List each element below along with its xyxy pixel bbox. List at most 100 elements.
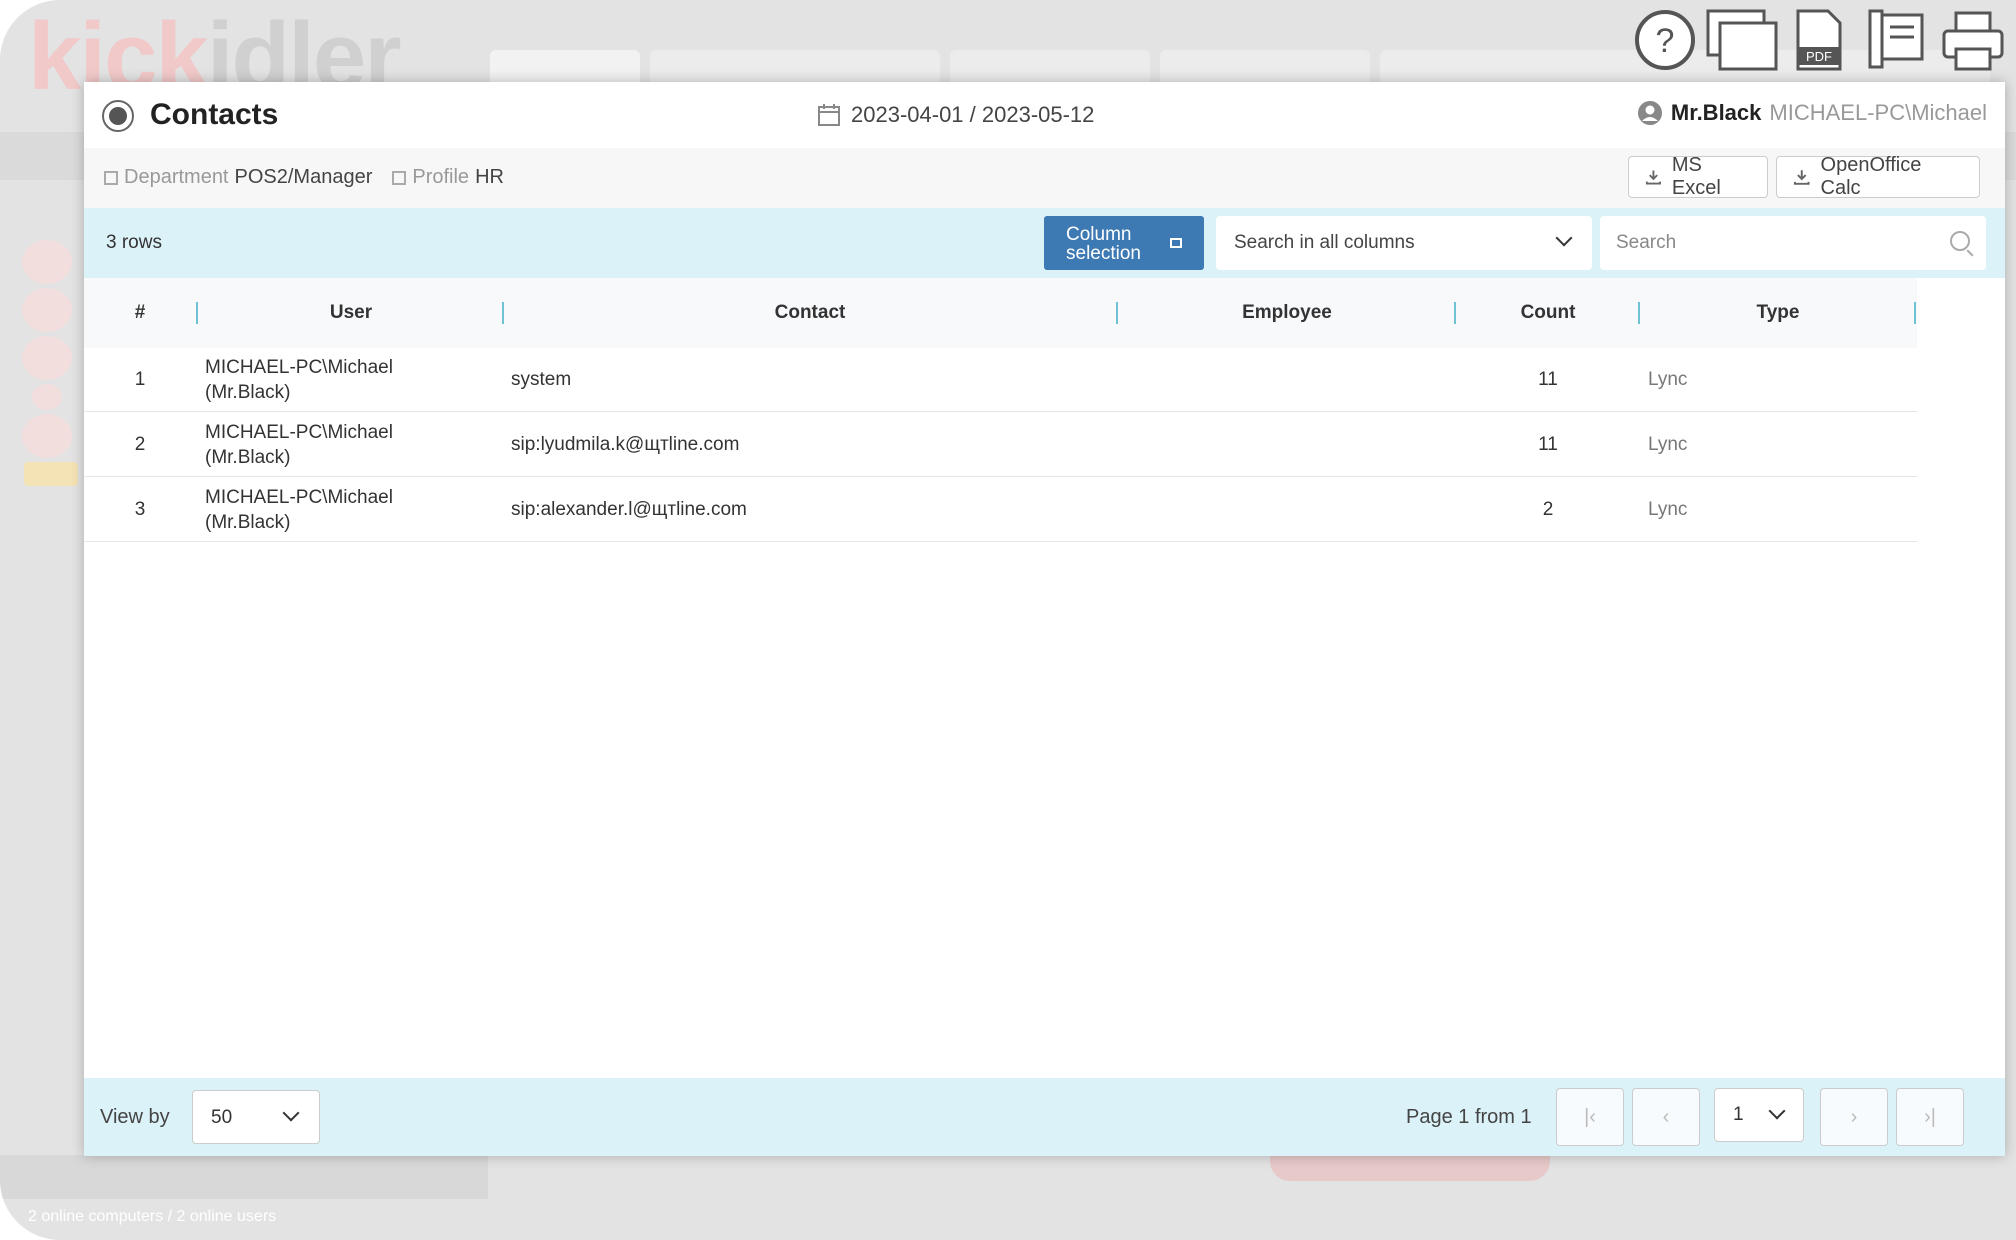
table-row[interactable]: 3 MICHAEL-PC\Michael (Mr.Black) sip:alexa…	[84, 478, 1917, 542]
column-resize-handle[interactable]	[1914, 302, 1916, 324]
print-icon[interactable]	[1942, 8, 2004, 72]
user-name: Mr.Black	[1670, 100, 1762, 125]
department-value: POS2/Manager	[234, 166, 373, 188]
cell-count: 2	[1542, 499, 1554, 520]
department-icon	[104, 170, 118, 185]
page-size-value: 50	[211, 1107, 233, 1128]
cell-type: Lync	[1648, 369, 1688, 390]
contacts-icon	[102, 100, 134, 132]
filter-breadcrumb: Department POS2/Manager Profile HR	[104, 166, 518, 189]
table-row[interactable]: 2 MICHAEL-PC\Michael (Mr.Black) sip:lyudm…	[84, 413, 1917, 477]
modal-header: Contacts 2023-04-01 / 2023-05-12 Mr.Blac…	[84, 82, 2005, 148]
windows-icon[interactable]	[1706, 8, 1778, 72]
table-row[interactable]: 1 MICHAEL-PC\Michael (Mr.Black) system 11…	[84, 348, 1917, 412]
export-calc-label: OpenOffice Calc	[1820, 154, 1922, 199]
current-user: Mr.Black MICHAEL-PC\Michael	[1637, 100, 1987, 126]
chevron-down-icon	[1555, 229, 1573, 247]
pdf-icon[interactable]: PDF	[1794, 8, 1844, 72]
svg-text:?: ?	[1656, 22, 1675, 60]
home-icon	[22, 288, 72, 332]
search-icon[interactable]	[1950, 231, 1970, 251]
page-size-select[interactable]: 50	[192, 1090, 320, 1144]
column-header-type[interactable]: Type	[1640, 278, 1916, 348]
cell-number: 1	[134, 369, 146, 390]
cell-type: Lync	[1648, 499, 1688, 520]
cell-user: MICHAEL-PC\Michael (Mr.Black)	[205, 413, 505, 477]
svg-text:PDF: PDF	[1806, 49, 1832, 64]
cell-user: MICHAEL-PC\Michael (Mr.Black)	[205, 348, 505, 412]
cell-number: 3	[134, 499, 146, 520]
online-status: 2 online computers / 2 online users	[28, 1208, 277, 1225]
search-input[interactable]: Search	[1600, 216, 1986, 270]
user-icon	[1637, 101, 1662, 125]
cell-user-alias: (Mr.Black)	[205, 512, 291, 533]
cell-user-alias: (Mr.Black)	[205, 447, 291, 468]
next-page-button[interactable]: ›	[1820, 1088, 1888, 1146]
home-icon	[22, 336, 72, 380]
search-scope-value: Search in all columns	[1234, 232, 1415, 253]
cell-contact: sip:lyudmila.k@щтline.com	[511, 434, 740, 455]
user-computer: MICHAEL-PC\Michael	[1769, 100, 1987, 125]
lock-icon	[32, 384, 62, 410]
view-by-label: View by	[100, 1106, 170, 1128]
column-header-count[interactable]: Count	[1456, 278, 1640, 348]
row-count: 3 rows	[106, 232, 162, 253]
date-range-text: 2023-04-01 / 2023-05-12	[851, 102, 1095, 127]
cell-count: 11	[1538, 434, 1558, 455]
table-toolbar: 3 rows Column selection Search in all co…	[84, 208, 2005, 278]
download-icon	[1645, 170, 1661, 185]
contacts-modal: Contacts 2023-04-01 / 2023-05-12 Mr.Blac…	[84, 82, 2005, 1156]
column-selection-button[interactable]: Column selection	[1044, 216, 1204, 270]
cell-user-name: MICHAEL-PC\Michael	[205, 422, 393, 443]
pagination-bar: View by 50 Page 1 from 1 |‹ ‹ 1 › ›|	[84, 1078, 2005, 1156]
column-selection-label-2: selection	[1066, 243, 1141, 264]
background-button	[1270, 1155, 1550, 1181]
calendar-icon	[818, 104, 840, 126]
date-range[interactable]: 2023-04-01 / 2023-05-12	[817, 102, 1094, 128]
last-page-button[interactable]: ›|	[1896, 1088, 1964, 1146]
column-header-number[interactable]: #	[84, 278, 196, 348]
cell-count: 11	[1538, 369, 1558, 390]
cell-contact: system	[511, 369, 572, 390]
search-scope-select[interactable]: Search in all columns	[1216, 216, 1592, 270]
column-selection-label-1: Column	[1066, 224, 1132, 245]
prev-page-button[interactable]: ‹	[1632, 1088, 1700, 1146]
home-icon	[22, 240, 72, 284]
cell-employee	[1124, 413, 1454, 477]
chevron-down-icon	[1768, 1102, 1786, 1120]
page-select-value: 1	[1733, 1104, 1744, 1125]
cell-number: 2	[134, 434, 146, 455]
column-header-employee[interactable]: Employee	[1118, 278, 1456, 348]
cell-user-alias: (Mr.Black)	[205, 382, 291, 403]
first-page-button[interactable]: |‹	[1556, 1088, 1624, 1146]
download-icon	[1793, 170, 1810, 185]
page-info: Page 1 from 1	[1406, 1106, 1532, 1128]
archive-icon[interactable]	[1866, 8, 1926, 72]
chevron-down-icon	[282, 1104, 300, 1122]
column-header-user[interactable]: User	[198, 278, 504, 348]
cell-employee	[1124, 478, 1454, 542]
export-calc-button[interactable]: OpenOffice Calc	[1776, 154, 1980, 199]
search-placeholder: Search	[1616, 232, 1677, 253]
column-header-contact[interactable]: Contact	[504, 278, 1116, 348]
background-panel	[0, 1155, 488, 1199]
profile-label: Profile	[412, 166, 470, 188]
profile-icon	[392, 170, 407, 185]
cell-user-name: MICHAEL-PC\Michael	[205, 357, 393, 378]
page-title: Contacts	[150, 98, 279, 131]
columns-icon	[1170, 238, 1182, 248]
lock-icon	[24, 462, 78, 486]
profile-value: HR	[475, 166, 504, 188]
table-header: # User Contact Employee Count Type	[84, 278, 1917, 348]
department-label: Department	[124, 166, 229, 188]
export-excel-button[interactable]: MS Excel	[1628, 154, 1768, 199]
cell-contact: sip:alexander.l@щтline.com	[511, 499, 747, 520]
cell-type: Lync	[1648, 434, 1688, 455]
cell-user-name: MICHAEL-PC\Michael	[205, 487, 393, 508]
page-select[interactable]: 1	[1714, 1088, 1804, 1142]
export-excel-label: MS Excel	[1671, 154, 1721, 199]
help-icon[interactable]: ?	[1634, 8, 1696, 72]
cell-user: MICHAEL-PC\Michael (Mr.Black)	[205, 478, 505, 542]
home-icon	[22, 414, 72, 458]
cell-employee	[1124, 348, 1454, 412]
